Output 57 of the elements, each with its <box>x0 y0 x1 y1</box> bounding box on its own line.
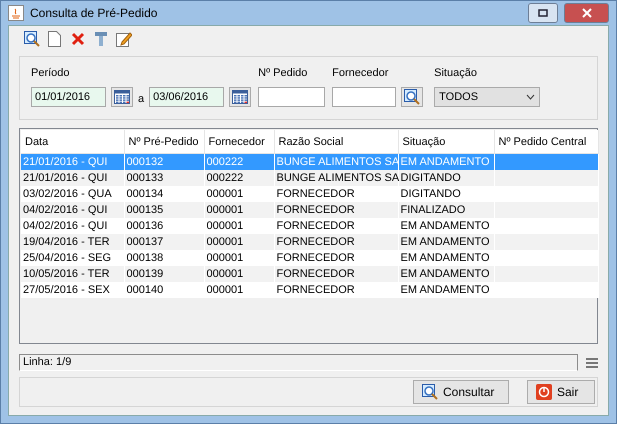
pencil-icon <box>116 31 132 47</box>
fornecedor-label: Fornecedor <box>332 67 390 81</box>
calendar-icon <box>114 90 130 104</box>
table-row[interactable]: 21/01/2016 - QUI 000133 000222 BUNGE ALIMENTOS SADIGITANDO <box>21 170 598 186</box>
search-icon <box>404 89 420 105</box>
search-icon <box>422 384 438 400</box>
table-row[interactable]: 25/04/2016 - SEG 000138 000001 FORNECEDOR EM ANDAMENTO <box>21 250 598 266</box>
table-row[interactable]: 04/02/2016 - QUI 000136 000001 FORNECEDOR EM ANDAMENTO <box>21 218 598 234</box>
column-header[interactable]: Nº Pré-Pedido <box>124 130 204 154</box>
lookup-button[interactable] <box>401 87 424 107</box>
calendar-button[interactable] <box>229 87 252 107</box>
close-button[interactable] <box>564 3 609 23</box>
calendar-icon <box>232 90 248 104</box>
calendar-button[interactable] <box>111 87 133 107</box>
column-header[interactable]: Nº Pedido Central <box>494 130 598 154</box>
situacao-label: Situação <box>434 67 478 81</box>
tools-button[interactable] <box>92 30 109 48</box>
app-icon <box>8 5 24 21</box>
situacao-dropdown[interactable]: TODOS <box>434 87 540 107</box>
column-header[interactable]: Razão Social <box>274 130 398 154</box>
menu-icon[interactable] <box>586 358 598 368</box>
table-row[interactable]: 19/04/2016 - TER 000137 000001 FORNECEDOR EM ANDAMENTO <box>21 234 598 250</box>
date-field[interactable]: 03/06/2016 <box>149 87 224 107</box>
table-cell: 000140 <box>124 282 204 298</box>
table-row[interactable]: 04/02/2016 - QUI 000135 000001 FORNECEDOR FINALIZADO <box>21 202 598 218</box>
pedido-field[interactable] <box>258 87 326 107</box>
periodo-label: Período <box>31 67 71 81</box>
exit-button[interactable]: Sair <box>527 380 595 404</box>
table-row[interactable]: 27/05/2016 - SEX 000140 000001 FORNECEDOR EM ANDAMENTO <box>21 282 598 298</box>
table-cell: 27/05/2016 - SEX <box>21 282 124 298</box>
fornecedor-field[interactable] <box>332 87 396 107</box>
column-header[interactable]: Situação <box>398 130 494 154</box>
power-icon <box>536 384 552 400</box>
consult-button[interactable]: Consultar <box>413 380 509 404</box>
close-icon <box>582 8 592 18</box>
restore-button[interactable] <box>528 3 558 23</box>
column-header[interactable]: Fornecedor <box>204 130 274 154</box>
status-field: Linha: 1/9 <box>19 354 578 371</box>
table-row[interactable]: 03/02/2016 - QUA 000134 000001 FORNECEDOR DIGITANDO <box>21 186 598 202</box>
table-cell: FORNECEDOR <box>274 282 398 298</box>
column-header[interactable]: Data <box>21 130 124 154</box>
range-separator: a <box>138 93 144 107</box>
new-button[interactable] <box>46 30 63 48</box>
date-field[interactable]: 01/01/2016 <box>31 87 106 107</box>
close-icon <box>70 32 84 46</box>
edit-button[interactable] <box>115 30 132 48</box>
pedido-label: Nº Pedido <box>258 67 308 81</box>
chevron-icon <box>526 94 536 100</box>
search-icon <box>24 31 40 47</box>
document-icon <box>48 31 61 47</box>
table-cell: 000001 <box>204 282 274 298</box>
search-button[interactable] <box>23 30 40 48</box>
delete-button[interactable] <box>69 30 86 48</box>
table-cell: EM ANDAMENTO <box>398 282 494 298</box>
restore-icon <box>538 9 548 17</box>
window-title: Consulta de Pré-Pedido <box>30 6 158 20</box>
table-row[interactable]: 10/05/2016 - TER 000139 000001 FORNECEDOR EM ANDAMENTO <box>21 266 598 282</box>
